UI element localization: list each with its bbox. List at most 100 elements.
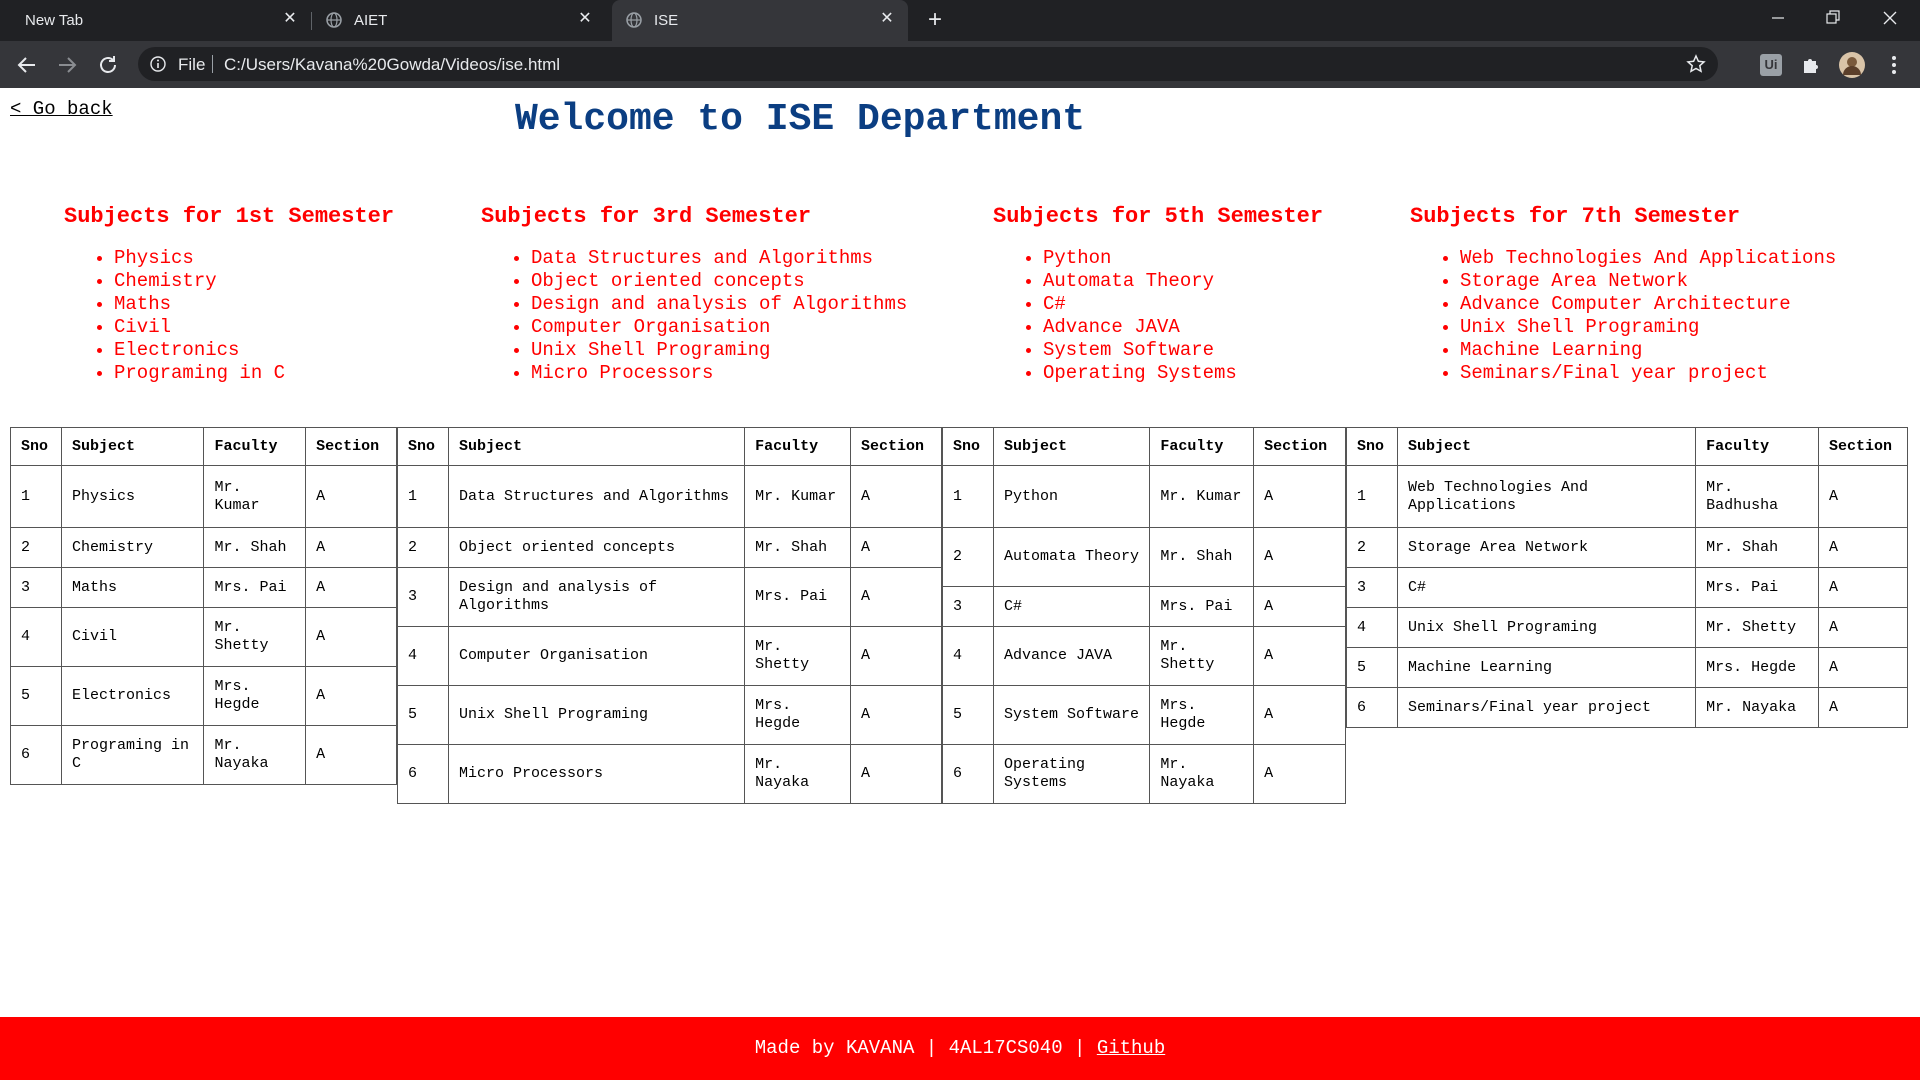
close-icon[interactable]: ✕ <box>878 10 896 28</box>
close-icon[interactable]: ✕ <box>576 10 594 28</box>
menu-dots-icon[interactable] <box>1882 53 1906 77</box>
cell-faculty: Mr. Nayaka <box>744 744 852 804</box>
cell-subject: Physics <box>60 465 205 528</box>
table-row: 5 Unix Shell Programing Mrs. Hegde A <box>397 685 942 745</box>
table-row: 5 Electronics Mrs. Hegde A <box>10 666 397 726</box>
avatar[interactable] <box>1839 52 1865 78</box>
close-window-icon[interactable] <box>1863 0 1917 38</box>
cell-subject: Data Structures and Algorithms <box>447 465 746 528</box>
cell-subject: Web Technologies And Applications <box>1396 465 1697 528</box>
col-header-section: Section <box>1253 427 1346 466</box>
cell-faculty: Mr. Shah <box>1149 527 1255 587</box>
new-tab-button[interactable]: + <box>924 8 946 32</box>
cell-sno: 4 <box>10 607 62 667</box>
table-header-row: Sno Subject Faculty Section <box>942 427 1346 466</box>
cell-sno: 6 <box>1346 687 1398 728</box>
list-item: Chemistry <box>114 270 394 293</box>
cell-section: A <box>850 527 942 568</box>
cell-sno: 1 <box>1346 465 1398 528</box>
table-row: 3 C# Mrs. Pai A <box>1346 567 1909 608</box>
table-row: 4 Civil Mr. Shetty A <box>10 607 397 667</box>
close-icon[interactable]: ✕ <box>281 10 299 28</box>
table-row: 6 Micro Processors Mr. Nayaka A <box>397 744 942 804</box>
reload-icon[interactable] <box>96 53 120 77</box>
semester-1-table: Sno Subject Faculty Section 1 Physics Mr. … <box>10 427 397 785</box>
cell-sno: 5 <box>397 685 449 745</box>
col-header-subject: Subject <box>1396 427 1697 466</box>
list-item: Web Technologies And Applications <box>1460 247 1836 270</box>
table-row: 5 Machine Learning Mrs. Hegde A <box>1346 647 1909 688</box>
list-item: Physics <box>114 247 394 270</box>
url-text[interactable]: C:/Users/Kavana%20Gowda/Videos/ise.html <box>224 55 560 75</box>
cell-faculty: Mr. Kumar <box>203 465 307 528</box>
star-icon[interactable] <box>1686 54 1706 74</box>
cell-subject: Programing in C <box>60 725 205 785</box>
cell-faculty: Mrs. Pai <box>1149 586 1255 627</box>
list-item: Design and analysis of Algorithms <box>531 293 907 316</box>
table-row: 1 Data Structures and Algorithms Mr. Kumar… <box>397 465 942 528</box>
divider <box>212 55 213 73</box>
page-content: < Go back Welcome to ISE Department Subj… <box>0 88 1920 1080</box>
cell-faculty: Mrs. Pai <box>744 567 852 627</box>
list-item: Electronics <box>114 339 394 362</box>
github-link[interactable]: Github <box>1097 1037 1165 1059</box>
cell-faculty: Mr. Badhusha <box>1695 465 1819 528</box>
cell-faculty: Mr. Shetty <box>744 626 852 686</box>
cell-section: A <box>1817 607 1909 648</box>
list-item: Seminars/Final year project <box>1460 362 1836 385</box>
minimize-icon[interactable] <box>1751 0 1805 38</box>
tab-title: AIET <box>354 12 388 29</box>
semester-5-table: Sno Subject Faculty Section 1 Python Mr. K… <box>942 427 1346 804</box>
cell-faculty: Mr. Shah <box>1695 527 1819 568</box>
cell-faculty: Mr. Kumar <box>1149 465 1255 528</box>
tab-aiet[interactable]: AIET ✕ <box>312 0 606 41</box>
extension-ui-icon[interactable]: Ui <box>1760 54 1782 76</box>
tab-strip: New Tab ✕ AIET ✕ ISE ✕ + <box>0 0 1920 41</box>
cell-section: A <box>305 527 397 568</box>
back-arrow-icon[interactable] <box>15 53 39 77</box>
cell-subject: Seminars/Final year project <box>1396 687 1697 728</box>
footer-credit: Made by KAVANA | 4AL17CS040 | <box>754 1037 1097 1059</box>
subject-list: Data Structures and Algorithms Object or… <box>481 247 907 385</box>
cell-subject: Micro Processors <box>447 744 746 804</box>
col-header-section: Section <box>1817 427 1909 466</box>
cell-sno: 5 <box>1346 647 1398 688</box>
col-header-sno: Sno <box>397 427 449 466</box>
address-bar[interactable]: File C:/Users/Kavana%20Gowda/Videos/ise.… <box>138 47 1718 81</box>
info-icon[interactable] <box>150 56 166 72</box>
cell-faculty: Mrs. Hegde <box>1149 685 1255 745</box>
list-item: C# <box>1043 293 1323 316</box>
cell-sno: 4 <box>1346 607 1398 648</box>
cell-sno: 1 <box>397 465 449 528</box>
cell-sno: 5 <box>10 666 62 726</box>
cell-section: A <box>1817 687 1909 728</box>
restore-icon[interactable] <box>1806 0 1860 38</box>
cell-sno: 2 <box>942 527 994 587</box>
cell-section: A <box>1253 465 1346 528</box>
table-row: 2 Chemistry Mr. Shah A <box>10 527 397 568</box>
globe-icon <box>626 12 642 28</box>
list-item: Automata Theory <box>1043 270 1323 293</box>
cell-sno: 3 <box>942 586 994 627</box>
list-item: Operating Systems <box>1043 362 1323 385</box>
tab-new-tab[interactable]: New Tab ✕ <box>0 0 300 41</box>
cell-subject: Design and analysis of Algorithms <box>447 567 746 627</box>
col-header-section: Section <box>850 427 942 466</box>
tab-ise[interactable]: ISE ✕ <box>612 0 908 41</box>
puzzle-icon[interactable] <box>1800 53 1824 77</box>
table-header-row: Sno Subject Faculty Section <box>397 427 942 466</box>
cell-section: A <box>305 465 397 528</box>
cell-sno: 3 <box>397 567 449 627</box>
list-item: Advance Computer Architecture <box>1460 293 1836 316</box>
browser-toolbar: File C:/Users/Kavana%20Gowda/Videos/ise.… <box>0 41 1920 88</box>
cell-section: A <box>305 666 397 726</box>
forward-arrow-icon[interactable] <box>55 53 79 77</box>
cell-sno: 2 <box>10 527 62 568</box>
cell-section: A <box>850 465 942 528</box>
table-row: 3 C# Mrs. Pai A <box>942 586 1346 627</box>
col-header-faculty: Faculty <box>1149 427 1255 466</box>
list-item: Machine Learning <box>1460 339 1836 362</box>
list-item: Civil <box>114 316 394 339</box>
extension-badge: Ui <box>1764 57 1778 72</box>
cell-section: A <box>305 607 397 667</box>
